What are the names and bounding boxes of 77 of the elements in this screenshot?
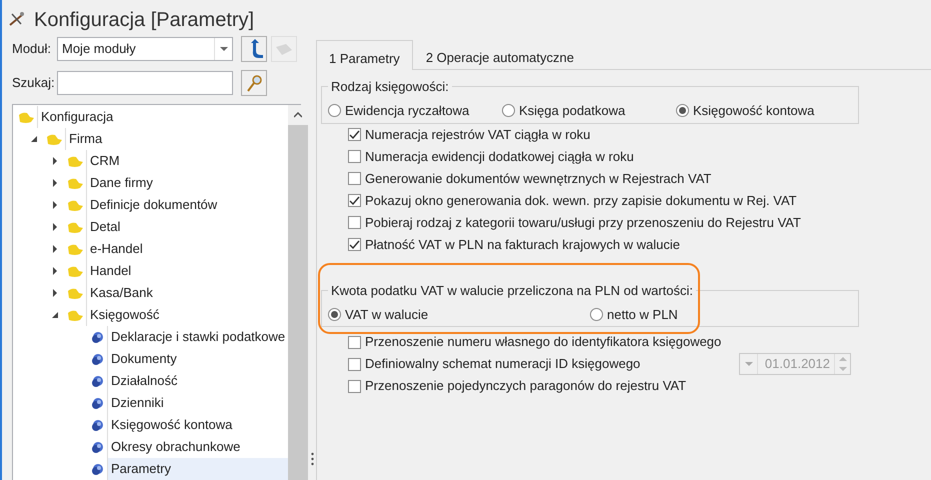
checkbox-label[interactable]: Przenoszenie numeru własnego do identyfikatora księgowego bbox=[365, 332, 722, 352]
checkbox-label[interactable]: Numeracja ewidencji dodatkowej ciągła w roku bbox=[365, 146, 634, 166]
scroll-up-icon[interactable] bbox=[294, 112, 302, 118]
radio-label[interactable]: Księgowość kontowa bbox=[693, 101, 814, 120]
checkbox[interactable] bbox=[348, 194, 361, 207]
collapsed-arrow-icon[interactable] bbox=[52, 267, 56, 275]
checkbox[interactable] bbox=[348, 128, 361, 141]
checkbox[interactable] bbox=[348, 238, 361, 251]
radio-button[interactable] bbox=[590, 308, 603, 321]
radio-label[interactable]: Księga podatkowa bbox=[519, 101, 626, 120]
collapsed-arrow-icon[interactable] bbox=[52, 157, 56, 165]
spin-down-icon bbox=[838, 367, 846, 371]
checkmark-icon bbox=[349, 240, 360, 249]
window-title: Konfiguracja [Parametry] bbox=[34, 8, 254, 33]
folder-icon bbox=[67, 286, 84, 300]
checkbox-label[interactable]: Numeracja rejestrów VAT ciągła w roku bbox=[365, 124, 590, 144]
field-label: Moduł: bbox=[12, 40, 52, 58]
checkbox-label[interactable]: Pokazuj okno generowania dok. wewn. przy zapisie dokumentu w Rej. VAT bbox=[365, 190, 797, 210]
collapsed-arrow-icon[interactable] bbox=[52, 223, 56, 231]
checkbox-label[interactable]: Definiowalny schemat numeracji ID księgowego bbox=[365, 354, 640, 374]
expanded-arrow-icon[interactable] bbox=[30, 136, 36, 142]
checkmark-icon bbox=[349, 196, 360, 205]
checkbox[interactable] bbox=[348, 216, 361, 229]
folder-icon bbox=[46, 132, 63, 146]
field-label: Szukaj: bbox=[12, 74, 56, 92]
radio-label[interactable]: netto w PLN bbox=[607, 304, 678, 324]
folder-icon bbox=[67, 176, 84, 190]
book-icon bbox=[90, 440, 104, 454]
checkbox[interactable] bbox=[348, 150, 361, 163]
collapsed-arrow-icon[interactable] bbox=[52, 245, 56, 253]
folder-icon bbox=[18, 110, 35, 124]
folder-icon bbox=[67, 220, 84, 234]
radio-button[interactable] bbox=[328, 104, 341, 118]
folder-icon bbox=[67, 154, 84, 168]
book-icon bbox=[90, 374, 104, 388]
shape-icon bbox=[274, 41, 294, 57]
module-dropdown[interactable]: Moje moduły bbox=[57, 37, 233, 61]
expanded-arrow-icon[interactable] bbox=[52, 312, 58, 318]
checkmark-icon bbox=[349, 130, 360, 139]
radio-button[interactable] bbox=[676, 104, 689, 118]
collapsed-arrow-icon[interactable] bbox=[52, 179, 56, 187]
collapsed-arrow-icon[interactable] bbox=[52, 201, 56, 209]
search-button[interactable] bbox=[241, 70, 267, 96]
splitter-handle-icon[interactable] bbox=[310, 452, 314, 466]
folder-icon bbox=[67, 264, 84, 278]
tab[interactable]: 2 Operacje automatyczne bbox=[412, 40, 587, 69]
radio-label[interactable]: Ewidencja ryczałtowa bbox=[345, 101, 470, 120]
checkbox[interactable] bbox=[348, 358, 361, 370]
book-icon bbox=[90, 330, 104, 344]
book-icon bbox=[90, 396, 104, 410]
checkbox-label[interactable]: Pobieraj rodzaj z kategorii towaru/usługi przy przenoszeniu do Rejestru VAT bbox=[365, 212, 801, 232]
collapsed-arrow-icon[interactable] bbox=[52, 289, 56, 297]
search-field[interactable] bbox=[57, 71, 233, 95]
back-button[interactable] bbox=[241, 36, 267, 62]
scrollbar[interactable] bbox=[288, 105, 308, 480]
folder-icon bbox=[67, 242, 84, 256]
checkbox[interactable] bbox=[348, 336, 361, 348]
tree-item[interactable]: Parametry bbox=[107, 458, 288, 480]
folder-icon bbox=[67, 198, 84, 212]
checkbox-label[interactable]: Przenoszenie pojedynczych paragonów do rejestru VAT bbox=[365, 376, 686, 396]
spin-up-icon bbox=[838, 357, 846, 361]
search-icon bbox=[245, 74, 263, 92]
folder-icon bbox=[67, 308, 84, 322]
book-icon bbox=[90, 462, 104, 476]
checkbox[interactable] bbox=[348, 380, 361, 392]
book-icon bbox=[90, 352, 104, 366]
radio-label[interactable]: VAT w walucie bbox=[345, 304, 428, 324]
checkbox-label[interactable]: Generowanie dokumentów wewnętrznych w Rejestrach VAT bbox=[365, 168, 712, 188]
checkbox-label[interactable]: Płatność VAT w PLN na fakturach krajowych w walucie bbox=[365, 234, 680, 254]
caret-icon bbox=[744, 362, 752, 366]
tab[interactable]: 1 Parametry bbox=[316, 40, 413, 70]
date-field: 01.01.2012 bbox=[739, 353, 851, 375]
book-icon bbox=[90, 418, 104, 432]
checkbox[interactable] bbox=[348, 172, 361, 185]
radio-button[interactable] bbox=[328, 308, 341, 321]
radio-button[interactable] bbox=[502, 104, 515, 118]
caret-icon bbox=[220, 47, 228, 51]
